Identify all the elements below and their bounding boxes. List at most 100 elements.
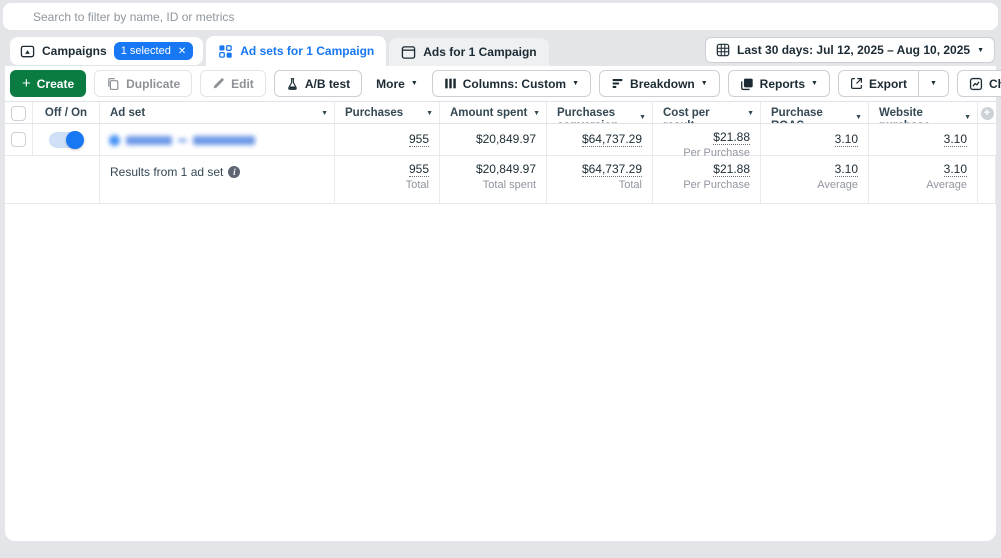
reports-icon	[740, 77, 754, 91]
chevron-down-icon: ▼	[701, 80, 708, 87]
header-onoff-label: Off / On	[33, 102, 99, 120]
info-icon[interactable]: i	[228, 166, 240, 178]
summary-amount-spent-value: $20,849.97	[476, 162, 536, 176]
summary-empty-onoff	[33, 156, 100, 203]
row-onoff-cell	[33, 124, 100, 155]
header-adset[interactable]: Ad set ▼	[100, 102, 335, 123]
summary-purchase-roas-cell: 3.10 Average	[761, 156, 869, 203]
summary-purchase-roas-value[interactable]: 3.10	[835, 162, 858, 177]
summary-purchases-value-cell: $64,737.29 Total	[547, 156, 653, 203]
campaigns-selected-badge[interactable]: 1 selected ✕	[114, 42, 194, 60]
header-onoff: Off / On	[33, 102, 100, 123]
tab-campaigns[interactable]: Campaigns 1 selected ✕	[10, 37, 203, 65]
row-cost-per-result-cell: $21.88 Per Purchase	[653, 124, 761, 155]
summary-purchase-roas-sublabel: Average	[761, 179, 858, 191]
chevron-down-icon: ▼	[930, 80, 937, 87]
charts-icon	[969, 77, 983, 91]
row-purchases-value[interactable]: 955	[409, 132, 429, 147]
row-cost-per-result-value[interactable]: $21.88	[713, 130, 750, 145]
summary-empty-check	[5, 156, 33, 203]
column-settings-icon[interactable]: +	[981, 107, 994, 120]
header-checkbox-cell	[5, 102, 33, 123]
clear-selection-icon[interactable]: ✕	[178, 46, 186, 57]
create-button-label: Create	[37, 77, 74, 91]
chevron-down-icon: ▼	[411, 80, 418, 87]
header-purchases[interactable]: Purchases ▼	[335, 102, 440, 123]
columns-button[interactable]: Columns: Custom ▼	[432, 70, 591, 97]
table-header-row: Off / On Ad set ▼ Purchases ▼ Amount spe…	[5, 101, 996, 124]
sort-caret-icon[interactable]: ▼	[321, 110, 328, 117]
adset-name-redacted	[100, 124, 334, 146]
header-purchases-value[interactable]: Purchases conversion value ▼	[547, 102, 653, 123]
export-button-label: Export	[869, 77, 907, 91]
header-purchase-roas-label: Purchase ROAS	[771, 107, 850, 123]
sort-caret-icon[interactable]: ▼	[855, 114, 862, 121]
ads-window-icon	[401, 45, 416, 60]
summary-purchases-conversion-value[interactable]: $64,737.29	[582, 162, 642, 177]
chevron-down-icon: ▼	[572, 80, 579, 87]
chevron-down-icon: ▼	[811, 80, 818, 87]
duplicate-copy-icon	[106, 77, 120, 91]
header-website-roas-label: Website purchase	[879, 107, 959, 123]
sort-caret-icon[interactable]: ▼	[747, 110, 754, 117]
row-website-roas-value[interactable]: 3.10	[944, 132, 967, 147]
filter-search-bar	[3, 3, 998, 30]
header-purchases-value-label: Purchases	[557, 107, 634, 120]
header-cost-per-result-label: Cost per result	[653, 102, 760, 123]
summary-purchases-value[interactable]: 955	[409, 162, 429, 177]
row-amount-spent-cell: $20,849.97	[440, 124, 547, 155]
export-split-button: Export ▼	[838, 70, 949, 97]
row-purchases-conversion-value[interactable]: $64,737.29	[582, 132, 642, 147]
adset-toggle-on[interactable]	[49, 132, 83, 148]
summary-website-roas-sublabel: Average	[869, 179, 967, 191]
sort-caret-icon[interactable]: ▼	[639, 114, 646, 121]
header-purchase-roas[interactable]: Purchase ROAS (return on ad spend) ▼	[761, 102, 869, 123]
export-button[interactable]: Export	[838, 70, 919, 97]
sort-caret-icon[interactable]: ▼	[964, 114, 971, 121]
row-amount-spent-value: $20,849.97	[476, 132, 536, 146]
header-website-roas[interactable]: Website purchase ROAS (return on ad spen…	[869, 102, 978, 123]
summary-website-roas-cell: 3.10 Average	[869, 156, 978, 203]
search-input[interactable]	[3, 3, 998, 30]
row-checkbox[interactable]	[11, 132, 26, 147]
date-range-button[interactable]: Last 30 days: Jul 12, 2025 – Aug 10, 202…	[705, 37, 995, 63]
sort-caret-icon[interactable]: ▼	[426, 110, 433, 117]
edit-button[interactable]: Edit	[200, 70, 266, 97]
duplicate-button[interactable]: Duplicate	[94, 70, 192, 97]
summary-results-label: Results from 1 ad set	[110, 165, 223, 179]
select-all-checkbox[interactable]	[11, 106, 26, 121]
row-purchase-roas-value[interactable]: 3.10	[835, 132, 858, 147]
summary-website-roas-value[interactable]: 3.10	[944, 162, 967, 177]
summary-label-cell: Results from 1 ad set i	[100, 156, 335, 203]
breakdown-button-label: Breakdown	[630, 77, 695, 91]
sort-caret-icon[interactable]: ▼	[533, 110, 540, 117]
summary-cost-per-result-cell: $21.88 Per Purchase	[653, 156, 761, 203]
summary-amount-spent-cell: $20,849.97 Total spent	[440, 156, 547, 203]
summary-settings-cell	[978, 156, 996, 203]
content-card: + Create Duplicate Edit A/B test More	[5, 66, 996, 541]
row-adset-name-cell[interactable]	[100, 124, 335, 155]
header-adset-label: Ad set	[100, 102, 334, 120]
summary-cost-per-result-value[interactable]: $21.88	[713, 162, 750, 177]
breakdown-button[interactable]: Breakdown ▼	[599, 70, 720, 97]
header-purchases-value-sublabel: conversion value	[557, 120, 634, 123]
more-button[interactable]: More ▼	[370, 70, 424, 97]
header-amount-spent[interactable]: Amount spent ▼	[440, 102, 547, 123]
ab-test-button[interactable]: A/B test	[274, 70, 362, 97]
row-checkbox-cell	[5, 124, 33, 155]
create-button[interactable]: + Create	[10, 70, 86, 97]
plus-icon: +	[22, 76, 31, 91]
campaigns-selected-count: 1 selected	[121, 45, 171, 57]
duplicate-button-label: Duplicate	[126, 77, 180, 91]
export-icon	[850, 77, 863, 90]
header-amount-spent-label: Amount spent	[440, 102, 546, 120]
toggle-knob	[66, 131, 84, 149]
columns-icon	[444, 77, 457, 90]
charts-button[interactable]: Charts	[957, 70, 1001, 97]
summary-amount-spent-sublabel: Total spent	[440, 179, 536, 191]
reports-button[interactable]: Reports ▼	[728, 70, 830, 97]
header-cost-per-result[interactable]: Cost per result ▼	[653, 102, 761, 123]
tab-ads[interactable]: Ads for 1 Campaign	[389, 38, 548, 66]
export-dropdown-button[interactable]: ▼	[919, 70, 949, 97]
tab-adsets[interactable]: Ad sets for 1 Campaign	[206, 36, 386, 66]
